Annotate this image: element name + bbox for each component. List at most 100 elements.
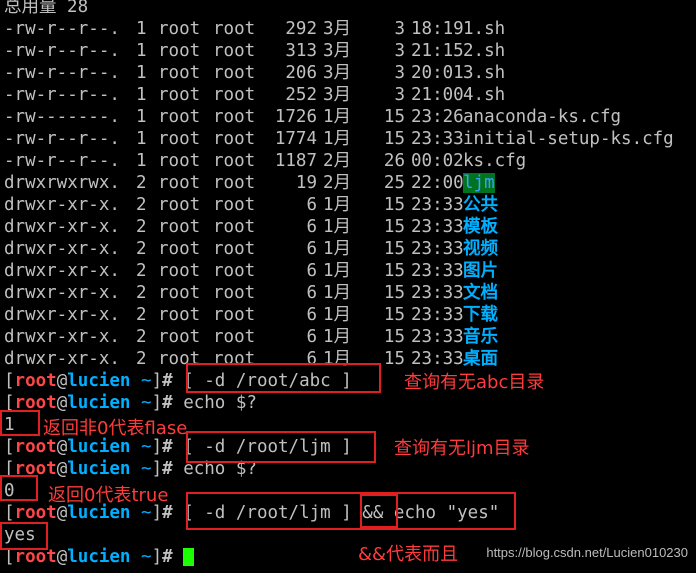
file-permissions: drwxr-xr-x. — [4, 261, 120, 281]
file-links: 1 — [136, 63, 147, 83]
file-size: 19 — [295, 173, 317, 193]
file-time: 21:00 — [411, 85, 464, 105]
prompt-at: @ — [56, 459, 68, 479]
annotation-box-ret0 — [0, 475, 38, 501]
file-time: 23:33 — [411, 349, 464, 369]
prompt-at: @ — [56, 371, 68, 391]
file-name: ks.cfg — [463, 151, 527, 171]
prompt-host: lucien — [67, 547, 131, 567]
prompt-host: lucien — [67, 393, 131, 413]
file-time: 18:19 — [411, 19, 464, 39]
annotation-note-ret0: 返回0代表true — [48, 485, 169, 506]
file-permissions: drwxr-xr-x. — [4, 283, 120, 303]
file-time: 23:26 — [411, 107, 464, 127]
file-day: 15 — [383, 107, 405, 127]
file-row: drwxr-xr-x. 2 root root 6 1月 15 23:33下载 — [4, 304, 674, 326]
prompt-at: @ — [56, 547, 68, 567]
annotation-note-ret1: 返回非0代表flase — [43, 418, 188, 439]
file-owner: root — [158, 305, 201, 325]
file-permissions: -rw-r--r--. — [4, 63, 120, 83]
file-group: root — [213, 305, 256, 325]
file-links: 2 — [136, 327, 147, 347]
file-month: 1月 — [323, 261, 352, 281]
file-group: root — [213, 195, 256, 215]
prompt-hash: # — [162, 393, 173, 413]
file-size: 6 — [306, 305, 317, 325]
prompt-close-bracket: ] — [151, 437, 163, 457]
file-links: 1 — [136, 151, 147, 171]
file-owner: root — [158, 151, 201, 171]
file-group: root — [213, 283, 256, 303]
file-size: 313 — [285, 41, 317, 61]
file-time: 22:00 — [411, 173, 464, 193]
file-links: 2 — [136, 195, 147, 215]
file-row: -rw-r--r--. 1 root root 206 3月 3 20:013.sh — [4, 62, 674, 84]
prompt-host: lucien — [67, 371, 131, 391]
file-permissions: drwxr-xr-x. — [4, 239, 120, 259]
file-permissions: -rw-r--r--. — [4, 151, 120, 171]
file-size: 6 — [306, 327, 317, 347]
annotation-note-ljm: 查询有无ljm目录 — [394, 438, 530, 459]
file-row: -rw-r--r--. 1 root root 292 3月 3 18:191.sh — [4, 18, 674, 40]
file-group: root — [213, 173, 256, 193]
file-owner: root — [158, 41, 201, 61]
prompt-hash: # — [162, 371, 173, 391]
file-name: 下载 — [463, 305, 498, 325]
file-time: 23:33 — [411, 327, 464, 347]
file-name: initial-setup-ks.cfg — [463, 129, 674, 149]
file-size: 1774 — [274, 129, 317, 149]
file-row: -rw-------. 1 root root 1726 1月 15 23:26anacond… — [4, 106, 674, 128]
cursor-block[interactable] — [183, 548, 195, 566]
file-name: anaconda-ks.cfg — [463, 107, 622, 127]
prompt-user: root — [14, 371, 57, 391]
prompt-close-bracket: ] — [151, 547, 163, 567]
prompt-at: @ — [56, 393, 68, 413]
file-month: 3月 — [323, 41, 352, 61]
file-month: 1月 — [323, 283, 352, 303]
file-links: 1 — [136, 85, 147, 105]
file-name: 桌面 — [463, 349, 498, 369]
file-owner: root — [158, 63, 201, 83]
command-text — [173, 547, 184, 567]
file-group: root — [213, 85, 256, 105]
file-name: 3.sh — [463, 63, 506, 83]
file-day: 3 — [394, 85, 405, 105]
file-size: 6 — [306, 283, 317, 303]
file-day: 3 — [394, 41, 405, 61]
file-owner: root — [158, 107, 201, 127]
file-day: 15 — [383, 195, 405, 215]
prompt-hash: # — [162, 437, 173, 457]
file-month: 2月 — [323, 173, 352, 193]
file-name: 1.sh — [463, 19, 506, 39]
file-name: 音乐 — [463, 327, 498, 347]
file-permissions: drwxr-xr-x. — [4, 217, 120, 237]
file-time: 23:33 — [411, 283, 464, 303]
file-links: 2 — [136, 305, 147, 325]
file-size: 1726 — [274, 107, 317, 127]
file-name: 公共 — [463, 195, 498, 215]
file-row: drwxr-xr-x. 2 root root 6 1月 15 23:33音乐 — [4, 326, 674, 348]
file-permissions: drwxr-xr-x. — [4, 195, 120, 215]
file-permissions: drwxr-xr-x. — [4, 327, 120, 347]
total-line: 总用量 28 — [4, 0, 89, 17]
file-group: root — [213, 239, 256, 259]
file-owner: root — [158, 195, 201, 215]
file-row: drwxrwxrwx. 2 root root 19 2月 25 22:00ljm — [4, 172, 674, 194]
file-size: 252 — [285, 85, 317, 105]
file-permissions: drwxr-xr-x. — [4, 305, 120, 325]
file-month: 1月 — [323, 217, 352, 237]
file-links: 1 — [136, 19, 147, 39]
file-owner: root — [158, 85, 201, 105]
prompt-close-bracket: ] — [151, 393, 163, 413]
file-row: -rw-r--r--. 1 root root 252 3月 3 21:004.sh — [4, 84, 674, 106]
prompt-cwd: ~ — [141, 371, 152, 391]
file-group: root — [213, 19, 256, 39]
file-links: 2 — [136, 217, 147, 237]
file-name: 图片 — [463, 261, 498, 281]
file-month: 3月 — [323, 85, 352, 105]
file-size: 6 — [306, 217, 317, 237]
file-row: drwxr-xr-x. 2 root root 6 1月 15 23:33模板 — [4, 216, 674, 238]
file-group: root — [213, 217, 256, 237]
